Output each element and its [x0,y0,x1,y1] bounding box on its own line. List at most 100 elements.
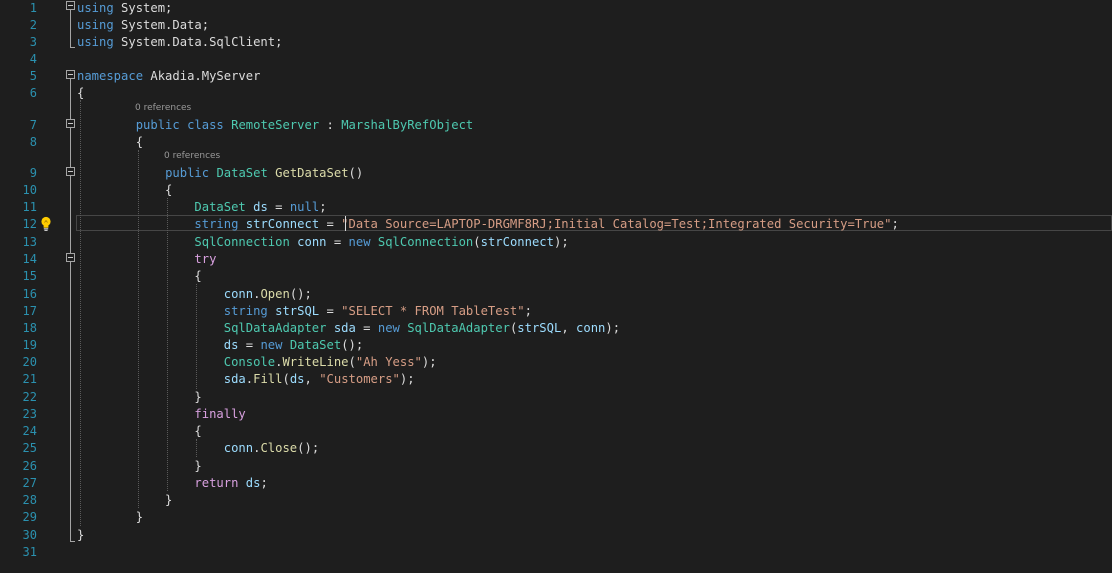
line-number: 30 [22,528,37,542]
code-line[interactable]: 9 public DataSet GetDataSet() [0,165,1112,182]
codelens-references[interactable]: 0 references [135,103,191,113]
line-number: 15 [22,269,37,283]
line-code: string strConnect = "Data Source=LAPTOP-… [77,216,899,233]
code-line[interactable]: 21 sda.Fill(ds, "Customers"); [0,371,1112,388]
code-line[interactable]: 20 Console.WriteLine("Ah Yess"); [0,354,1112,371]
line-number: 26 [22,459,37,473]
code-line[interactable]: 31 [0,544,1112,561]
code-token: conn [223,287,254,301]
code-line[interactable]: 14 try [0,251,1112,268]
line-code: { [77,134,143,151]
code-token: (); [341,338,364,352]
code-line[interactable]: 23 finally [0,406,1112,423]
code-token: } [77,459,202,473]
code-line[interactable]: 5 namespace Akadia.MyServer [0,68,1112,85]
code-token: ; [524,304,532,318]
code-token: Akadia.MyServer [143,69,261,83]
code-token: Fill [253,372,283,386]
code-token: "Ah Yess" [355,355,422,369]
code-line[interactable]: 24 { [0,423,1112,440]
code-line[interactable]: 25 conn.Close(); [0,440,1112,457]
code-token: strSQL [517,321,562,335]
code-line[interactable]: 11 DataSet ds = null; [0,199,1112,216]
code-token: ds [253,200,268,214]
code-line[interactable]: 17 string strSQL = "SELECT * FROM TableT… [0,303,1112,320]
code-editor[interactable]: 0 references 0 references 1 using System;… [0,0,1112,573]
code-line[interactable]: 7 public class RemoteServer : MarshalByR… [0,117,1112,134]
line-code: DataSet ds = null; [77,199,326,216]
code-token: Console [223,355,276,369]
code-token: finally [194,407,246,421]
code-line[interactable]: 19 ds = new DataSet(); [0,337,1112,354]
code-token: conn [223,441,254,455]
code-line[interactable]: 30} [0,527,1112,544]
code-token: using [77,1,114,15]
code-line[interactable]: 18 SqlDataAdapter sda = new SqlDataAdapt… [0,320,1112,337]
line-number: 28 [22,493,37,507]
code-line[interactable]: 2 using System.Data; [0,17,1112,34]
code-line[interactable]: 26 } [0,458,1112,475]
code-token: new [348,235,371,249]
code-line[interactable]: 12 string strConnect = "Data Source=LAPT… [0,216,1112,233]
code-token: DataSet [289,338,342,352]
code-token: ; [891,217,899,231]
code-line[interactable]: 29 } [0,509,1112,526]
code-token: SqlDataAdapter [223,321,327,335]
line-number: 10 [22,183,37,197]
line-code: namespace Akadia.MyServer [77,68,260,85]
code-line[interactable]: 10 { [0,182,1112,199]
code-line[interactable]: 3 using System.Data.SqlClient; [0,34,1112,51]
code-token: ); [421,355,437,369]
code-token: ( [473,235,481,249]
code-token: public [165,166,210,180]
code-line[interactable]: 6{ [0,85,1112,102]
code-line[interactable]: 8 { [0,134,1112,151]
line-code: { [77,423,201,440]
line-code: ds = new DataSet(); [77,337,363,354]
code-line[interactable]: 22 } [0,389,1112,406]
code-token: ; [260,476,268,490]
line-code: SqlConnection conn = new SqlConnection(s… [77,234,569,251]
code-line[interactable]: 13 SqlConnection conn = new SqlConnectio… [0,234,1112,251]
code-token: System; [113,1,173,15]
code-token: { [77,135,144,149]
line-code: finally [77,406,246,423]
line-number: 17 [22,304,37,318]
line-number: 7 [29,118,37,132]
code-line[interactable]: 28 } [0,492,1112,509]
codelens-references[interactable]: 0 references [164,151,220,161]
line-code: using System.Data; [77,17,209,34]
code-token: SqlConnection [377,235,474,249]
line-number: 25 [22,441,37,455]
line-number: 3 [29,35,37,49]
code-token: DataSet [194,200,246,214]
code-token: new [377,321,400,335]
code-token: , [561,321,577,335]
code-token: = [319,217,342,231]
code-line[interactable]: 15 { [0,268,1112,285]
code-token: ); [553,235,569,249]
code-token: SqlDataAdapter [407,321,510,335]
line-code: SqlDataAdapter sda = new SqlDataAdapter(… [77,320,620,337]
code-line[interactable]: 16 conn.Open(); [0,286,1112,303]
code-token: strConnect [245,217,320,231]
code-token: conn [297,235,327,249]
code-token: strSQL [275,304,320,318]
line-code: try [77,251,216,268]
code-line[interactable]: 1 using System; [0,0,1112,17]
code-token: null [289,200,320,214]
code-line[interactable]: 4 [0,51,1112,68]
code-token: "Data Source=LAPTOP-DRGMF8RJ;Initial Cat… [341,217,892,231]
code-line[interactable]: 27 return ds; [0,475,1112,492]
code-token: SqlConnection [194,235,290,249]
code-token: "Customers" [319,372,400,386]
line-code: conn.Open(); [77,286,312,303]
line-code: } [77,458,202,475]
text-caret [345,216,346,231]
